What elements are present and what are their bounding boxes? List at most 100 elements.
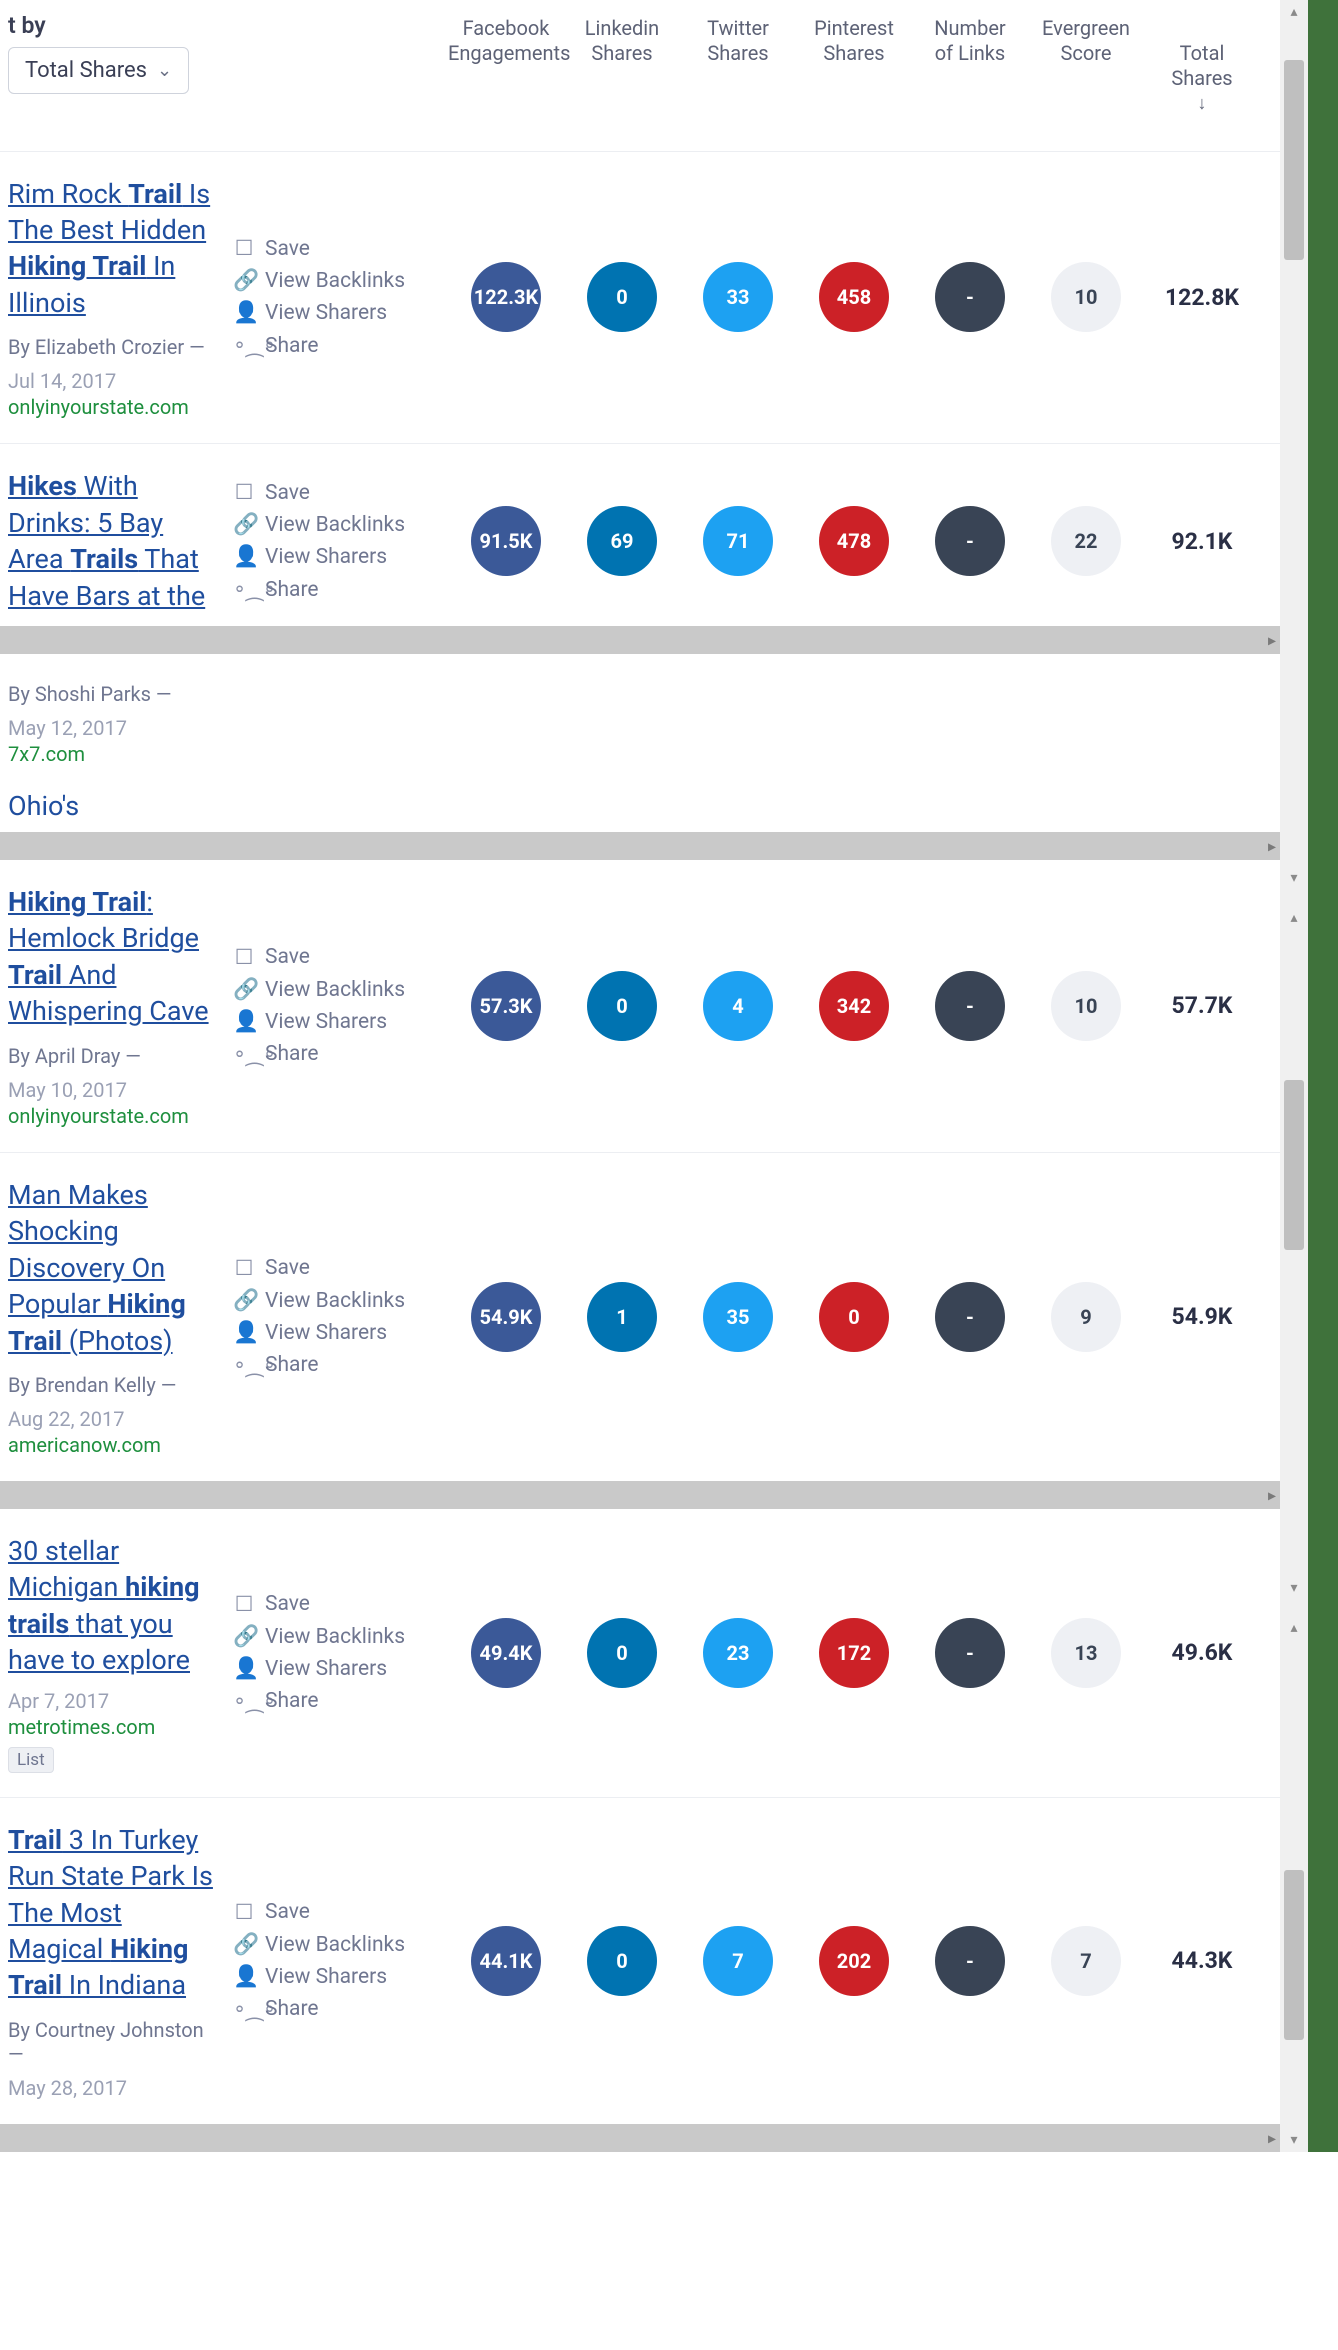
- col-twitter[interactable]: Twitter Shares: [680, 12, 796, 141]
- source-domain[interactable]: americanow.com: [8, 1433, 213, 1457]
- view-backlinks-button[interactable]: 🔗View Backlinks: [233, 1625, 423, 1649]
- section-separator: ▸: [0, 1481, 1280, 1509]
- article-title-stub[interactable]: Ohio's: [0, 774, 1280, 832]
- col-pinterest[interactable]: Pinterest Shares: [796, 12, 912, 141]
- link-icon: 🔗: [233, 978, 255, 1002]
- save-button[interactable]: ☐Save: [233, 1256, 423, 1281]
- view-sharers-button[interactable]: 👤View Sharers: [233, 1965, 423, 1989]
- scroll-down-icon[interactable]: ▾: [1280, 1580, 1308, 1596]
- view-sharers-button[interactable]: 👤 View Sharers: [233, 545, 423, 569]
- action-label: Share: [265, 1689, 319, 1713]
- links-metric: -: [935, 1282, 1005, 1352]
- arrow-right-icon[interactable]: ▸: [1268, 1485, 1276, 1504]
- arrow-right-icon[interactable]: ▸: [1268, 631, 1276, 650]
- author: By Shoshi Parks —: [8, 682, 1272, 706]
- col-facebook[interactable]: Facebook Engagements: [448, 12, 564, 141]
- action-label: View Backlinks: [265, 1289, 405, 1313]
- users-icon: 👤: [233, 545, 255, 569]
- view-sharers-button[interactable]: 👤View Sharers: [233, 1010, 423, 1034]
- links-metric: -: [935, 506, 1005, 576]
- share-icon: ∘⁔∘: [233, 1353, 255, 1378]
- twitter-metric: 71: [703, 506, 773, 576]
- scroll-down-icon[interactable]: ▾: [1280, 870, 1308, 886]
- article-title-link[interactable]: Rim Rock Trail Is The Best Hidden Hiking…: [8, 178, 210, 319]
- evergreen-metric: 10: [1051, 971, 1121, 1041]
- section-separator: ▸: [0, 626, 1280, 654]
- action-label: View Backlinks: [265, 269, 405, 293]
- author: By Courtney Johnston —: [8, 2018, 213, 2066]
- share-button[interactable]: ∘⁔∘Share: [233, 1353, 423, 1378]
- action-label: View Backlinks: [265, 978, 405, 1002]
- view-backlinks-button[interactable]: 🔗View Backlinks: [233, 1933, 423, 1957]
- view-sharers-button[interactable]: 👤View Sharers: [233, 1321, 423, 1345]
- linkedin-metric: 69: [587, 506, 657, 576]
- users-icon: 👤: [233, 1321, 255, 1345]
- action-label: View Sharers: [265, 545, 387, 569]
- link-icon: 🔗: [233, 269, 255, 293]
- scroll-up-icon[interactable]: ▴: [1280, 1620, 1308, 1636]
- col-linkedin[interactable]: Linkedin Shares: [564, 12, 680, 141]
- share-button[interactable]: ∘⁔∘Share: [233, 1689, 423, 1714]
- twitter-metric: 7: [703, 1926, 773, 1996]
- source-domain[interactable]: 7x7.com: [8, 742, 1272, 766]
- save-button[interactable]: ☐Save: [233, 1592, 423, 1617]
- col-total[interactable]: Total Shares ↓: [1144, 12, 1260, 141]
- section-separator: ▸: [0, 832, 1280, 860]
- action-label: Save: [265, 945, 310, 969]
- view-backlinks-button[interactable]: 🔗View Backlinks: [233, 513, 423, 537]
- col-evergreen[interactable]: Evergreen Score: [1028, 12, 1144, 141]
- scroll-up-icon[interactable]: ▴: [1280, 4, 1308, 20]
- view-backlinks-button[interactable]: 🔗View Backlinks: [233, 1289, 423, 1313]
- save-button[interactable]: ☐Save: [233, 236, 423, 261]
- view-backlinks-button[interactable]: 🔗 View Backlinks: [233, 269, 423, 293]
- view-backlinks-button[interactable]: 🔗 View Backlinks: [233, 978, 423, 1002]
- users-icon: 👤: [233, 1965, 255, 1989]
- scroll-thumb[interactable]: [1284, 60, 1304, 260]
- view-sharers-button[interactable]: 👤View Sharers: [233, 301, 423, 325]
- scrollbar-track[interactable]: ▴ ▾ ▴ ▾ ▴ ▾: [1280, 0, 1308, 2152]
- evergreen-metric: 22: [1051, 506, 1121, 576]
- share-button[interactable]: ∘⁔∘ Share: [233, 577, 423, 602]
- source-domain[interactable]: onlyinyourstate.com: [8, 1104, 213, 1128]
- article-title-link[interactable]: Trail 3 In Turkey Run State Park Is The …: [8, 1824, 213, 2002]
- result-row: Rim Rock Trail Is The Best Hidden Hiking…: [0, 151, 1280, 444]
- action-label: Save: [265, 481, 310, 505]
- source-domain[interactable]: onlyinyourstate.com: [8, 395, 213, 419]
- sort-select[interactable]: Total Shares ⌄: [8, 47, 189, 94]
- scroll-down-icon[interactable]: ▾: [1280, 2132, 1308, 2148]
- view-sharers-button[interactable]: 👤View Sharers: [233, 1657, 423, 1681]
- share-button[interactable]: ∘⁔∘Share: [233, 1042, 423, 1067]
- total-shares-value: 49.6K: [1172, 1639, 1233, 1666]
- scroll-thumb[interactable]: [1284, 1080, 1304, 1250]
- pinterest-metric: 458: [819, 262, 889, 332]
- total-shares-value: 44.3K: [1172, 1947, 1233, 1974]
- save-button[interactable]: ☐Save: [233, 945, 423, 970]
- share-button[interactable]: ∘⁔∘Share: [233, 1997, 423, 2022]
- article-title-link[interactable]: Man Makes Shocking Discovery On Popular …: [8, 1179, 186, 1357]
- col-links[interactable]: Number of Links: [912, 12, 1028, 141]
- facebook-metric: 91.5K: [471, 506, 541, 576]
- action-label: Save: [265, 1900, 310, 1924]
- article-title-link[interactable]: Hikes With Drinks: 5 Bay Area Trails Tha…: [8, 470, 205, 611]
- twitter-metric: 33: [703, 262, 773, 332]
- publish-date: May 28, 2017: [8, 2076, 213, 2100]
- publish-date: Apr 7, 2017: [8, 1689, 213, 1713]
- pinterest-metric: 172: [819, 1618, 889, 1688]
- arrow-right-icon[interactable]: ▸: [1268, 2128, 1276, 2147]
- share-button[interactable]: ∘⁔∘Share: [233, 333, 423, 358]
- scroll-thumb[interactable]: [1284, 1870, 1304, 2040]
- article-title-link[interactable]: Hiking Trail: Hemlock Bridge Trail And W…: [8, 886, 209, 1027]
- save-button[interactable]: ☐Save: [233, 480, 423, 505]
- save-button[interactable]: ☐Save: [233, 1900, 423, 1925]
- source-domain[interactable]: metrotimes.com: [8, 1715, 213, 1739]
- article-title-link[interactable]: 30 stellar Michigan hiking trails that y…: [8, 1535, 200, 1676]
- action-label: Save: [265, 1256, 310, 1280]
- links-metric: -: [935, 971, 1005, 1041]
- scroll-up-icon[interactable]: ▴: [1280, 910, 1308, 926]
- action-label: Share: [265, 578, 319, 602]
- side-panel: [1308, 0, 1338, 2152]
- sort-desc-icon: ↓: [1144, 93, 1260, 116]
- linkedin-metric: 0: [587, 971, 657, 1041]
- arrow-right-icon[interactable]: ▸: [1268, 837, 1276, 856]
- share-icon: ∘⁔∘: [233, 577, 255, 602]
